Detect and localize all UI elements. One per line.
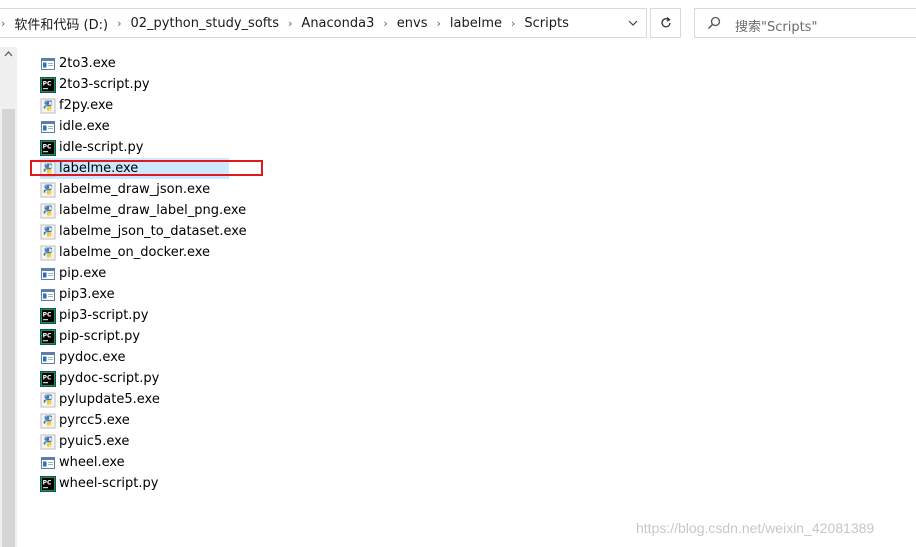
- breadcrumb-item[interactable]: Anaconda3: [298, 16, 377, 31]
- pycharm-icon: PC: [40, 139, 56, 156]
- file-name: idle-script.py: [59, 140, 144, 155]
- pycharm-icon: PC: [40, 328, 56, 345]
- file-item[interactable]: pyrcc5.exe: [40, 410, 130, 431]
- file-name: wheel-script.py: [59, 476, 159, 491]
- file-item[interactable]: PC wheel-script.py: [40, 473, 158, 494]
- svg-text:PC: PC: [43, 332, 52, 339]
- watermark-text: https://blog.csdn.net/weixin_42081389: [636, 520, 875, 536]
- file-name: labelme_on_docker.exe: [59, 245, 211, 260]
- python-exe-icon: [40, 392, 56, 408]
- file-explorer-window: › 软件和代码 (D:) › 02_python_study_softs › Anacon…: [0, 0, 916, 547]
- svg-text:PC: PC: [43, 311, 52, 318]
- svg-text:PC: PC: [43, 80, 52, 87]
- breadcrumb-separator[interactable]: ›: [111, 17, 127, 30]
- file-item[interactable]: 2to3.exe: [40, 53, 116, 74]
- python-exe-icon: [40, 182, 56, 198]
- pycharm-icon: PC: [40, 370, 56, 387]
- python-exe-icon: [40, 224, 56, 240]
- file-name: pip-script.py: [59, 329, 141, 344]
- file-name: labelme_draw_label_png.exe: [59, 203, 247, 218]
- file-name: pylupdate5.exe: [59, 392, 160, 407]
- python-exe-icon: [40, 161, 56, 177]
- breadcrumb-separator[interactable]: ›: [0, 17, 11, 30]
- file-name: pip3-script.py: [59, 308, 149, 323]
- exe-window-icon: [40, 56, 56, 72]
- file-name: idle.exe: [59, 119, 110, 134]
- file-name: pyrcc5.exe: [59, 413, 130, 428]
- file-item[interactable]: f2py.exe: [40, 95, 113, 116]
- file-name: labelme_json_to_dataset.exe: [59, 224, 247, 239]
- file-item[interactable]: labelme_on_docker.exe: [40, 242, 210, 263]
- file-item[interactable]: pip3.exe: [40, 284, 115, 305]
- file-name: 2to3.exe: [59, 56, 116, 71]
- breadcrumb-separator[interactable]: ›: [377, 17, 393, 30]
- breadcrumb-item[interactable]: 02_python_study_softs: [127, 16, 282, 31]
- scroll-up-arrow-icon[interactable]: [4, 51, 13, 57]
- navigation-scrollbar-thumb[interactable]: [2, 109, 15, 547]
- pycharm-icon: PC: [40, 475, 56, 492]
- file-item[interactable]: idle.exe: [40, 116, 110, 137]
- file-item[interactable]: PC idle-script.py: [40, 137, 143, 158]
- svg-text:PC: PC: [43, 143, 52, 150]
- python-exe-icon: [40, 98, 56, 114]
- file-name: pip3.exe: [59, 287, 115, 302]
- exe-window-icon: [40, 350, 56, 366]
- file-item[interactable]: pydoc.exe: [40, 347, 126, 368]
- search-icon: [707, 16, 721, 30]
- python-exe-icon: [40, 203, 56, 219]
- exe-window-icon: [40, 119, 56, 135]
- chevron-down-icon: [628, 20, 638, 26]
- file-name: wheel.exe: [59, 455, 125, 470]
- file-item[interactable]: PC pip-script.py: [40, 326, 140, 347]
- refresh-button[interactable]: [650, 8, 681, 38]
- python-exe-icon: [40, 245, 56, 261]
- file-item[interactable]: PC pydoc-script.py: [40, 368, 159, 389]
- file-name: labelme_draw_json.exe: [59, 182, 211, 197]
- file-item[interactable]: labelme.exe: [40, 158, 229, 179]
- pycharm-icon: PC: [40, 76, 56, 93]
- breadcrumb-item[interactable]: 软件和代码 (D:): [11, 14, 111, 33]
- exe-window-icon: [40, 287, 56, 303]
- file-item[interactable]: labelme_draw_label_png.exe: [40, 200, 246, 221]
- breadcrumb-separator[interactable]: ›: [282, 17, 298, 30]
- file-name: pip.exe: [59, 266, 107, 281]
- file-item[interactable]: pylupdate5.exe: [40, 389, 160, 410]
- file-item[interactable]: wheel.exe: [40, 452, 125, 473]
- file-name: 2to3-script.py: [59, 77, 150, 92]
- svg-text:PC: PC: [43, 374, 52, 381]
- svg-text:PC: PC: [43, 479, 52, 486]
- file-name: f2py.exe: [59, 98, 114, 113]
- navigation-pane: [0, 47, 17, 547]
- breadcrumb-separator[interactable]: ›: [505, 17, 521, 30]
- python-exe-icon: [40, 434, 56, 450]
- python-exe-icon: [40, 413, 56, 429]
- search-box[interactable]: 搜索"Scripts": [694, 8, 916, 38]
- file-name: pydoc.exe: [59, 350, 126, 365]
- address-history-dropdown[interactable]: [620, 9, 646, 37]
- file-name: pyuic5.exe: [59, 434, 130, 449]
- exe-window-icon: [40, 455, 56, 471]
- search-placeholder: 搜索"Scripts": [735, 20, 818, 35]
- file-item[interactable]: pyuic5.exe: [40, 431, 129, 452]
- file-item[interactable]: PC 2to3-script.py: [40, 74, 150, 95]
- address-toolbar: › 软件和代码 (D:) › 02_python_study_softs › Anacon…: [0, 0, 916, 47]
- file-item[interactable]: pip.exe: [40, 263, 106, 284]
- file-name: pydoc-script.py: [59, 371, 160, 386]
- breadcrumb-item[interactable]: labelme: [447, 16, 505, 31]
- breadcrumb: › 软件和代码 (D:) › 02_python_study_softs › Anacon…: [0, 9, 572, 37]
- file-name: labelme.exe: [59, 161, 139, 176]
- file-item[interactable]: PC pip3-script.py: [40, 305, 148, 326]
- breadcrumb-item[interactable]: envs: [394, 16, 431, 31]
- pycharm-icon: PC: [40, 307, 56, 324]
- refresh-icon: [660, 17, 671, 28]
- exe-window-icon: [40, 266, 56, 282]
- file-item[interactable]: labelme_draw_json.exe: [40, 179, 210, 200]
- breadcrumb-separator[interactable]: ›: [430, 17, 446, 30]
- address-bar[interactable]: › 软件和代码 (D:) › 02_python_study_softs › Anacon…: [0, 8, 647, 38]
- file-item[interactable]: labelme_json_to_dataset.exe: [40, 221, 247, 242]
- breadcrumb-item[interactable]: Scripts: [521, 16, 571, 31]
